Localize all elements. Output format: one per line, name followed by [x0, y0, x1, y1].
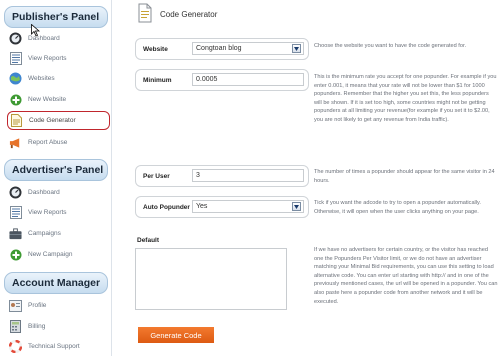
code-document-icon: [10, 114, 23, 127]
sidebar-item-billing[interactable]: Billing: [9, 317, 107, 336]
briefcase-icon: [9, 227, 22, 240]
generate-code-button[interactable]: Generate Code: [138, 327, 214, 343]
billing-calculator-icon: [9, 320, 22, 333]
auto-popunder-select-value: Yes: [196, 203, 208, 210]
sidebar-item-label: Technical Support: [28, 343, 80, 350]
sidebar-item-advertiser-dashboard[interactable]: Dashboard: [9, 183, 107, 202]
sidebar-item-report-abuse[interactable]: Report Abuse: [9, 133, 107, 152]
sidebar-item-advertiser-view-reports[interactable]: View Reports: [9, 203, 107, 222]
per-user-input-value: 3: [196, 172, 200, 179]
add-icon: [9, 248, 22, 261]
sidebar-item-label: Dashboard: [28, 189, 60, 196]
reports-list-icon: [9, 206, 22, 219]
per-user-input[interactable]: [192, 169, 304, 182]
default-textarea[interactable]: [135, 248, 287, 310]
default-label: Default: [137, 237, 160, 244]
sidebar-item-label: Code Generator: [29, 117, 76, 124]
sidebar-item-publisher-websites[interactable]: Websites: [9, 69, 107, 88]
sidebar-item-label: New Website: [28, 96, 67, 103]
sidebar-item-new-campaign[interactable]: New Campaign: [9, 245, 107, 264]
main-content: Code Generator Website Congtoan blog Cho…: [113, 0, 500, 356]
sidebar-item-code-generator[interactable]: Code Generator: [7, 111, 110, 130]
sidebar-item-label: Campaigns: [28, 230, 61, 237]
chevron-down-icon[interactable]: [292, 44, 301, 53]
sidebar-item-publisher-dashboard[interactable]: Dashboard: [9, 29, 107, 48]
per-user-label: Per User: [143, 173, 170, 180]
sidebar-item-technical-support[interactable]: Technical Support: [9, 337, 107, 356]
sidebar-item-publisher-new-website[interactable]: New Website: [9, 90, 107, 109]
per-user-help-text: The number of times a popunder should ap…: [314, 169, 495, 184]
sidebar-item-profile[interactable]: Profile: [9, 296, 107, 315]
sidebar-item-label: New Campaign: [28, 251, 73, 258]
minimum-input-value: 0.0005: [196, 76, 218, 83]
sidebar-item-label: Profile: [28, 302, 47, 309]
chevron-down-icon[interactable]: [292, 202, 301, 211]
advertiser-panel-heading: Advertiser's Panel: [4, 159, 108, 181]
support-lifebuoy-icon: [9, 340, 22, 353]
profile-card-icon: [9, 299, 22, 312]
globe-icon: [9, 72, 22, 85]
sidebar-item-label: View Reports: [28, 209, 67, 216]
default-help-text: If we have no advertisers for certain co…: [314, 247, 498, 305]
mouse-cursor-icon: [31, 24, 40, 37]
dashboard-gauge-icon: [9, 32, 22, 45]
megaphone-icon: [9, 136, 22, 149]
sidebar-item-label: Billing: [28, 323, 46, 330]
account-manager-heading: Account Manager: [4, 272, 108, 294]
sidebar: Publisher's Panel Dashboard View Reports…: [0, 0, 112, 356]
page-title: Code Generator: [160, 10, 218, 19]
code-document-icon: [138, 3, 152, 23]
auto-popunder-help-text: Tick if you want the adcode to try to op…: [314, 200, 481, 215]
sidebar-item-campaigns[interactable]: Campaigns: [9, 224, 107, 243]
minimum-help-text: This is the minimum rate you accept for …: [314, 74, 497, 123]
reports-list-icon: [9, 52, 22, 65]
sidebar-item-label: View Reports: [28, 55, 67, 62]
website-label: Website: [143, 46, 168, 53]
sidebar-item-label: Websites: [28, 75, 55, 82]
auto-popunder-select[interactable]: [192, 200, 304, 213]
publisher-panel-heading: Publisher's Panel: [4, 6, 108, 28]
website-help-text: Choose the website you want to have the …: [314, 43, 467, 49]
minimum-label: Minimum: [143, 77, 172, 84]
sidebar-item-publisher-view-reports[interactable]: View Reports: [9, 49, 107, 68]
add-icon: [9, 93, 22, 106]
website-select-value: Congtoan blog: [196, 45, 242, 52]
sidebar-item-label: Report Abuse: [28, 139, 68, 146]
dashboard-gauge-icon: [9, 186, 22, 199]
auto-popunder-label: Auto Popunder: [143, 204, 190, 211]
